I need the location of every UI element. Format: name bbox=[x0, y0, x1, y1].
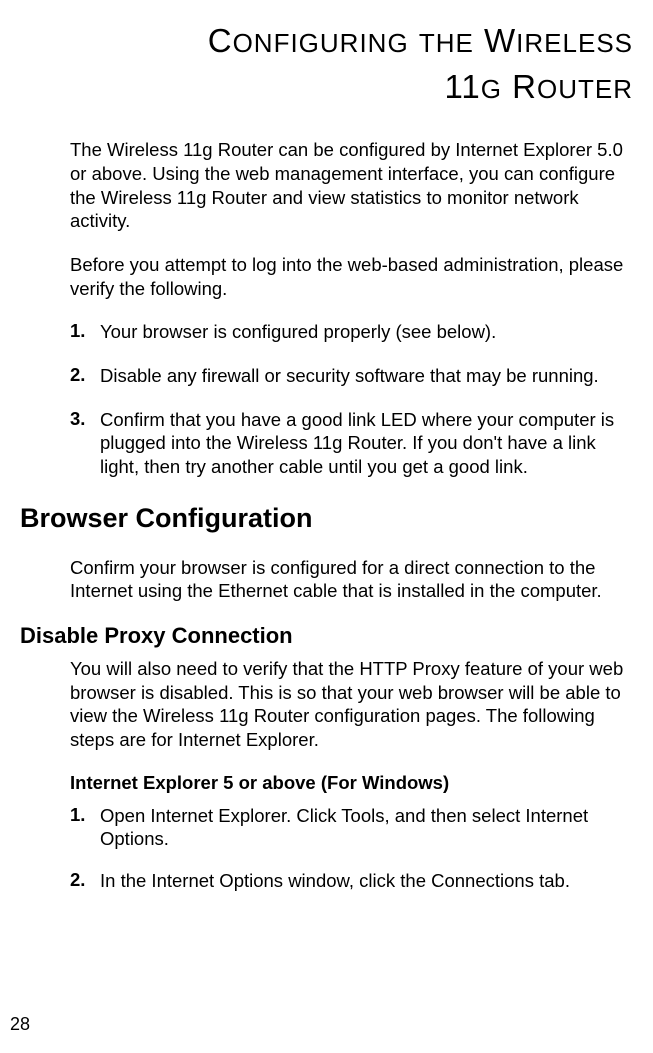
list-number: 1. bbox=[70, 320, 100, 344]
subsection-paragraph: You will also need to verify that the HT… bbox=[70, 657, 625, 752]
list-item: 1. Open Internet Explorer. Click Tools, … bbox=[70, 804, 625, 851]
list-text: Disable any firewall or security softwar… bbox=[100, 364, 625, 388]
chapter-title: CONFIGURING THE WIRELESS 11G ROUTER bbox=[20, 18, 633, 110]
prerequisites-list: 1. Your browser is configured properly (… bbox=[70, 320, 625, 478]
ie-steps-list: 1. Open Internet Explorer. Click Tools, … bbox=[70, 804, 625, 893]
list-text: Confirm that you have a good link LED wh… bbox=[100, 408, 625, 479]
list-text: Your browser is configured properly (see… bbox=[100, 320, 625, 344]
subsection-heading-disable-proxy: Disable Proxy Connection bbox=[20, 623, 633, 649]
list-item: 1. Your browser is configured properly (… bbox=[70, 320, 625, 344]
list-number: 2. bbox=[70, 364, 100, 388]
chapter-title-line1: CONFIGURING THE WIRELESS bbox=[20, 18, 633, 64]
section-heading-browser-config: Browser Configuration bbox=[20, 503, 633, 534]
list-item: 2. Disable any firewall or security soft… bbox=[70, 364, 625, 388]
list-item: 2. In the Internet Options window, click… bbox=[70, 869, 625, 893]
list-item: 3. Confirm that you have a good link LED… bbox=[70, 408, 625, 479]
inline-heading-ie5: Internet Explorer 5 or above (For Window… bbox=[70, 772, 633, 794]
list-number: 1. bbox=[70, 804, 100, 851]
list-text: Open Internet Explorer. Click Tools, and… bbox=[100, 804, 625, 851]
intro-paragraph-2: Before you attempt to log into the web-b… bbox=[70, 253, 625, 300]
page-number: 28 bbox=[10, 1014, 30, 1035]
intro-paragraph-1: The Wireless 11g Router can be configure… bbox=[70, 138, 625, 233]
section-paragraph: Confirm your browser is configured for a… bbox=[70, 556, 625, 603]
list-number: 2. bbox=[70, 869, 100, 893]
chapter-title-line2: 11G ROUTER bbox=[20, 64, 633, 110]
list-text: In the Internet Options window, click th… bbox=[100, 869, 625, 893]
list-number: 3. bbox=[70, 408, 100, 479]
